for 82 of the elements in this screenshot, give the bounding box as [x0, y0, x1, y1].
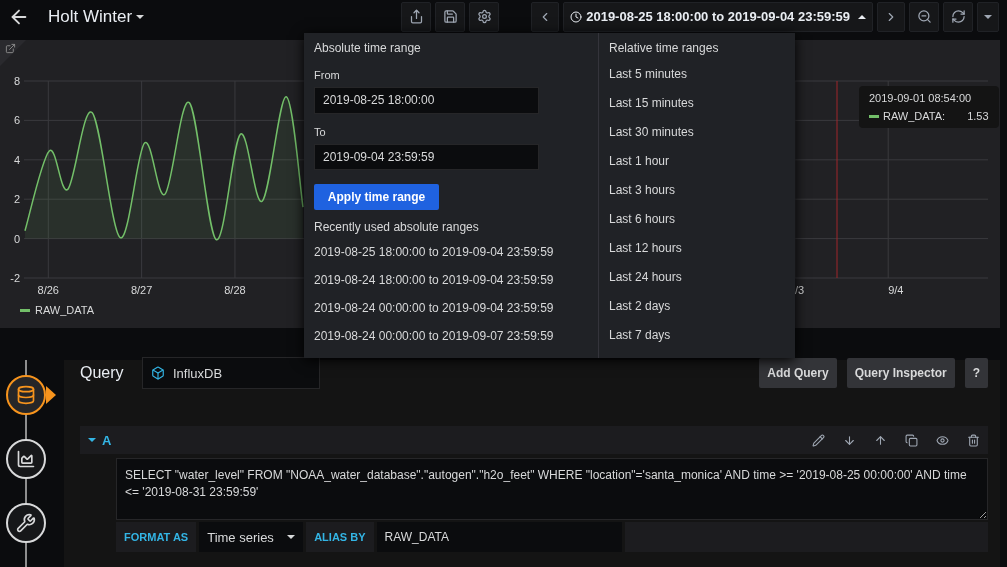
series-name: RAW_DATA: — [883, 110, 946, 122]
relative-range-item[interactable]: Last 5 minutes — [609, 59, 785, 89]
recent-range-item[interactable]: 2019-08-25 18:00:00 to 2019-09-04 23:59:59 — [314, 238, 588, 267]
query-action-button[interactable]: Query Inspector — [846, 358, 955, 388]
settings-icon — [476, 9, 492, 24]
dashboard-title[interactable]: Holt Winter — [48, 6, 133, 27]
database-icon — [16, 385, 36, 405]
editor-step-button[interactable] — [6, 439, 46, 479]
relative-range-item[interactable]: Last 3 hours — [609, 175, 785, 205]
section-heading: Recently used absolute ranges — [314, 220, 480, 235]
relative-range-item[interactable]: Last 2 days — [609, 291, 785, 321]
refresh-menu-button[interactable] — [977, 1, 999, 32]
axis-label: 8/27 — [130, 284, 153, 296]
zoom-out-button[interactable] — [909, 1, 939, 32]
axis-label: 8 — [13, 75, 20, 87]
relative-range-item[interactable]: Last 24 hours — [609, 262, 785, 292]
arrow-up-icon[interactable] — [874, 433, 887, 447]
copy-icon[interactable] — [905, 433, 918, 447]
time-range-button[interactable]: 2019-08-25 18:00:00 to 2019-09-04 23:59:59 — [563, 1, 873, 32]
axis-label: -2 — [10, 272, 20, 284]
recent-range-item[interactable]: 2019-08-24 00:00:00 to 2019-09-04 23:59:59 — [314, 294, 588, 323]
query-text-field[interactable]: SELECT "water_level" FROM "NOAA_water_database"."autogen"."h2o_feet" WHERE "location"='santa_monica' AND time >= '2019-08-25 00:00:00' AND time <= '2019-08-31 23:59:59' — [116, 458, 988, 520]
relative-range-item[interactable]: Last 30 minutes — [609, 117, 785, 147]
axis-label: 0 — [13, 232, 20, 245]
axis-label: 4 — [13, 153, 20, 166]
zoom-out-icon — [916, 9, 932, 24]
editor-step-button[interactable] — [6, 375, 46, 415]
relative-range-item[interactable]: Last 15 minutes — [609, 88, 785, 118]
external-link-icon[interactable] — [5, 43, 16, 54]
apply-button[interactable]: Apply time range — [314, 184, 439, 211]
share-icon — [408, 9, 424, 24]
caret-icon[interactable] — [136, 13, 145, 20]
cube-icon — [151, 366, 165, 380]
editor-step-button[interactable] — [6, 503, 46, 543]
caret-icon — [858, 13, 866, 20]
pointer-icon — [46, 386, 56, 404]
axis-label: 6 — [13, 114, 20, 127]
axis-label: 8/28 — [224, 284, 246, 296]
caret-icon — [287, 534, 296, 540]
field-label: To — [314, 125, 327, 138]
axis-label: 2 — [13, 193, 20, 206]
area-chart-icon — [16, 449, 36, 469]
axis-label: 8/26 — [37, 284, 59, 296]
format-select[interactable]: Time series — [199, 522, 304, 552]
relative-range-item[interactable]: Last 6 hours — [609, 204, 785, 234]
caret-icon — [88, 437, 96, 443]
relative-range-item[interactable]: Last 1 hour — [609, 146, 785, 176]
save-button[interactable] — [435, 1, 466, 32]
share-button[interactable] — [401, 1, 432, 32]
clock-icon — [570, 10, 583, 23]
settings-button[interactable] — [469, 1, 500, 32]
alias-field[interactable]: RAW_DATA — [376, 522, 622, 552]
relative-range-item[interactable]: Last 7 days — [609, 320, 785, 350]
tooltip-time: 2019-09-01 08:54:00 — [869, 92, 973, 104]
trash-icon[interactable] — [967, 433, 980, 447]
recent-range-item[interactable]: 2019-08-24 00:00:00 to 2019-09-07 23:59:59 — [314, 322, 588, 351]
wrench-icon — [16, 513, 36, 533]
field-label: From — [314, 69, 341, 81]
query-ref-toggle[interactable]: A — [88, 432, 112, 448]
datasource-select[interactable]: InfluxDB — [142, 357, 320, 389]
eye-icon[interactable] — [936, 433, 949, 447]
legend-label[interactable]: RAW_DATA — [35, 304, 95, 316]
relative-range-item[interactable]: Last 12 hours — [609, 233, 785, 263]
axis-label: /3 — [794, 284, 805, 296]
from-field[interactable]: 2019-08-25 18:00:00 — [314, 87, 539, 114]
save-icon — [442, 9, 458, 24]
query-title: Query — [80, 364, 125, 382]
refresh-icon — [950, 9, 966, 24]
section-heading: Absolute time range — [314, 41, 422, 55]
caret-icon — [984, 13, 992, 20]
pencil-icon[interactable] — [812, 433, 825, 447]
field-label: ALIAS BY — [306, 522, 374, 552]
refresh-button[interactable] — [943, 1, 973, 32]
recent-range-item[interactable]: 2019-08-24 18:00:00 to 2019-09-04 23:59:59 — [314, 266, 588, 295]
arrow-down-icon[interactable] — [843, 433, 856, 447]
query-action-button[interactable]: ? — [964, 358, 988, 388]
series-value: 1.53 — [967, 110, 989, 122]
section-heading: Relative time ranges — [609, 41, 720, 55]
axis-label: 9/4 — [888, 284, 904, 296]
query-action-button[interactable]: Add Query — [759, 358, 837, 388]
to-field[interactable]: 2019-09-04 23:59:59 — [314, 143, 539, 171]
field-label: FORMAT AS — [116, 522, 197, 552]
